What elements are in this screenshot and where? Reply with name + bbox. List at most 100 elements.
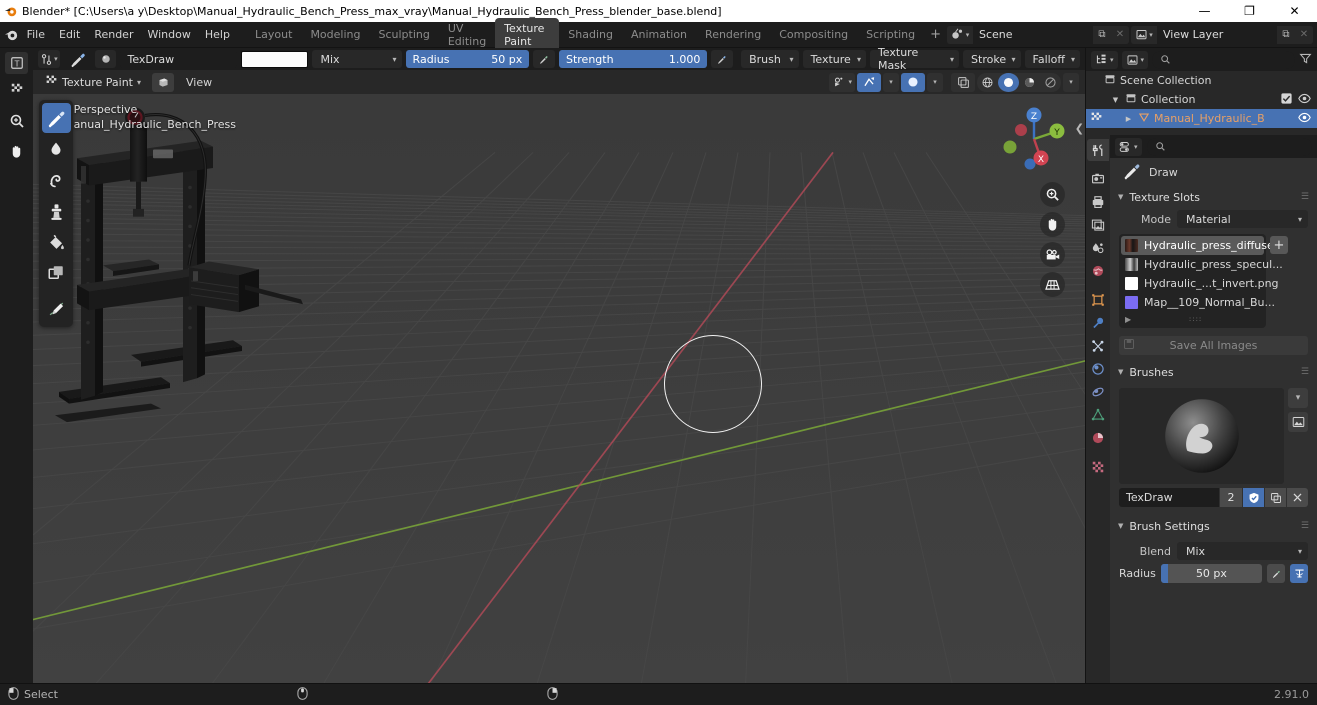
workspace-tab-sculpting[interactable]: Sculpting <box>369 24 438 45</box>
menu-file[interactable]: File <box>20 26 52 43</box>
shading-wireframe-button[interactable] <box>977 73 998 92</box>
outliner-filter-icon[interactable] <box>1299 52 1312 68</box>
texture-slot-item[interactable]: Hydraulic_press_diffuse... <box>1121 236 1284 255</box>
brush-radius-slider[interactable]: 50 px <box>1160 564 1262 583</box>
maximize-button[interactable]: ❐ <box>1227 0 1272 22</box>
texture-slot-item[interactable]: Map__109_Normal_Bu... <box>1121 293 1275 312</box>
brush-id-name-field[interactable]: TexDraw <box>1119 488 1219 507</box>
properties-tab-material[interactable] <box>1087 427 1109 449</box>
camera-view-icon[interactable] <box>1040 242 1065 267</box>
properties-tab-render[interactable] <box>1087 168 1109 190</box>
workspace-tab-texture-paint[interactable]: Texture Paint <box>495 17 560 52</box>
tool-soften[interactable] <box>42 134 71 164</box>
outliner-search-input[interactable] <box>1152 50 1295 69</box>
radius-pressure-icon[interactable] <box>1267 564 1285 583</box>
slot-list-expand-icon[interactable]: ▶ <box>1125 315 1131 324</box>
navigation-gizmo[interactable]: Z Y X <box>999 104 1069 174</box>
new-scene-button[interactable]: ⧉ <box>1093 25 1111 44</box>
active-brush-preview-icon[interactable] <box>64 50 91 68</box>
tool-settings-editor-icon[interactable]: ▾ <box>38 50 60 68</box>
slot-list-resize-grip[interactable]: :::: <box>1189 315 1202 323</box>
new-view-layer-button[interactable]: ⧉ <box>1277 25 1295 44</box>
zoom-strip-icon[interactable] <box>5 110 28 132</box>
properties-tab-texture[interactable] <box>1087 456 1109 478</box>
texture-slots-panel-header[interactable]: ▼ Texture Slots ☰ <box>1110 186 1317 208</box>
properties-tab-object-data[interactable] <box>1087 404 1109 426</box>
toggle-orthographic-icon[interactable] <box>1040 272 1065 297</box>
brushes-panel-header[interactable]: ▼ Brushes ☰ <box>1110 361 1317 383</box>
close-button[interactable]: ✕ <box>1272 0 1317 22</box>
workspace-tab-rendering[interactable]: Rendering <box>696 24 770 45</box>
brush-preview[interactable] <box>1119 388 1284 484</box>
outliner-row-scene-collection[interactable]: Scene Collection <box>1086 71 1317 90</box>
strength-pressure-icon[interactable] <box>711 50 734 68</box>
blend-mode-dropdown[interactable]: Mix ▾ <box>312 50 402 68</box>
shading-copy-icon[interactable] <box>951 72 975 92</box>
texture-slot-item[interactable]: Hydraulic_...t_invert.png <box>1121 274 1279 293</box>
workspace-tab-uv-editing[interactable]: UV Editing <box>439 18 495 52</box>
disclosure-triangle-icon[interactable]: ▼ <box>1110 94 1121 105</box>
remove-view-layer-button[interactable]: ✕ <box>1295 25 1313 44</box>
paint-mask-toggle[interactable] <box>152 72 174 92</box>
workspace-tab-shading[interactable]: Shading <box>559 24 622 45</box>
properties-tab-output[interactable] <box>1087 191 1109 213</box>
scene-selector[interactable]: ▾ Scene ⧉ ✕ <box>947 25 1129 44</box>
shading-material-preview-button[interactable] <box>1019 73 1040 92</box>
brush-color-swatch[interactable] <box>241 50 309 68</box>
brush-data-icon[interactable] <box>94 50 117 68</box>
xray-dropdown[interactable]: ▾ <box>927 72 943 92</box>
minimize-button[interactable]: — <box>1182 0 1227 22</box>
duplicate-brush-copy-icon[interactable] <box>1265 488 1286 507</box>
show-gizmo-toggle[interactable]: ▾ <box>829 72 855 92</box>
workspace-tab-scripting[interactable]: Scripting <box>857 24 924 45</box>
properties-tab-tool[interactable] <box>1087 139 1109 161</box>
disclosure-triangle-icon[interactable]: ▶ <box>1123 113 1134 124</box>
properties-editor-type-icon[interactable]: ▾ <box>1115 137 1142 156</box>
save-all-images-button[interactable]: Save All Images <box>1119 336 1308 355</box>
radius-slider[interactable]: Radius 50 px <box>405 50 530 68</box>
texture-mask-menu[interactable]: Texture Mask ▾ <box>869 46 960 72</box>
editor-type-icon[interactable]: T <box>5 52 28 74</box>
brush-preview-image-button[interactable] <box>1288 412 1308 432</box>
zoom-icon[interactable] <box>1040 182 1065 207</box>
visibility-eye-icon[interactable] <box>1298 112 1311 126</box>
menu-help[interactable]: Help <box>198 26 237 43</box>
brush-settings-panel-header[interactable]: ▼ Brush Settings ☰ <box>1110 515 1317 537</box>
view-menu[interactable]: View <box>179 73 219 92</box>
radius-pressure-icon[interactable] <box>533 50 555 68</box>
texture-paint-mode-icon[interactable] <box>5 78 28 100</box>
brush-name-field[interactable]: TexDraw <box>120 50 238 68</box>
pan-strip-icon[interactable] <box>5 140 28 162</box>
properties-tab-constraints[interactable] <box>1087 381 1109 403</box>
interaction-mode-dropdown[interactable]: Texture Paint ▾ <box>39 72 147 92</box>
3d-viewport[interactable]: User Perspective (1) Manual_Hydraulic_Be… <box>33 94 1085 683</box>
shading-dropdown[interactable]: ▾ <box>1063 72 1079 92</box>
pan-icon[interactable] <box>1040 212 1065 237</box>
add-texture-slot-button[interactable]: + <box>1270 236 1288 254</box>
properties-tab-modifiers[interactable] <box>1087 312 1109 334</box>
fake-user-shield-icon[interactable] <box>1243 488 1264 507</box>
view-layer-name[interactable]: View Layer <box>1157 25 1277 44</box>
outliner-editor-type-icon[interactable]: ▾ <box>1091 50 1118 69</box>
properties-tab-view-layer[interactable] <box>1087 214 1109 236</box>
shading-rendered-button[interactable] <box>1040 73 1061 92</box>
texture-slots-mode-dropdown[interactable]: Material ▾ <box>1177 210 1308 228</box>
workspace-tab-modeling[interactable]: Modeling <box>301 24 369 45</box>
brush-user-count[interactable]: 2 <box>1220 488 1242 507</box>
stroke-menu[interactable]: Stroke ▾ <box>963 50 1021 68</box>
brush-list-dropdown-button[interactable]: ▾ <box>1288 388 1308 408</box>
texture-slot-item[interactable]: Hydraulic_press_specul... <box>1121 255 1283 274</box>
outliner-display-mode-icon[interactable]: ▾ <box>1121 50 1149 69</box>
menu-edit[interactable]: Edit <box>52 26 87 43</box>
workspace-tab-compositing[interactable]: Compositing <box>770 24 857 45</box>
menu-window[interactable]: Window <box>140 26 197 43</box>
texture-menu[interactable]: Texture ▾ <box>802 50 866 68</box>
blender-menu-icon[interactable] <box>4 27 20 42</box>
checkbox-icon[interactable] <box>1281 92 1292 107</box>
properties-search-input[interactable] <box>1146 137 1312 156</box>
tool-smear[interactable] <box>42 165 71 195</box>
add-workspace-button[interactable]: + <box>924 25 947 44</box>
properties-tab-object[interactable] <box>1087 289 1109 311</box>
radius-unit-scene-icon[interactable] <box>1290 564 1308 583</box>
overlays-dropdown[interactable]: ▾ <box>883 72 899 92</box>
